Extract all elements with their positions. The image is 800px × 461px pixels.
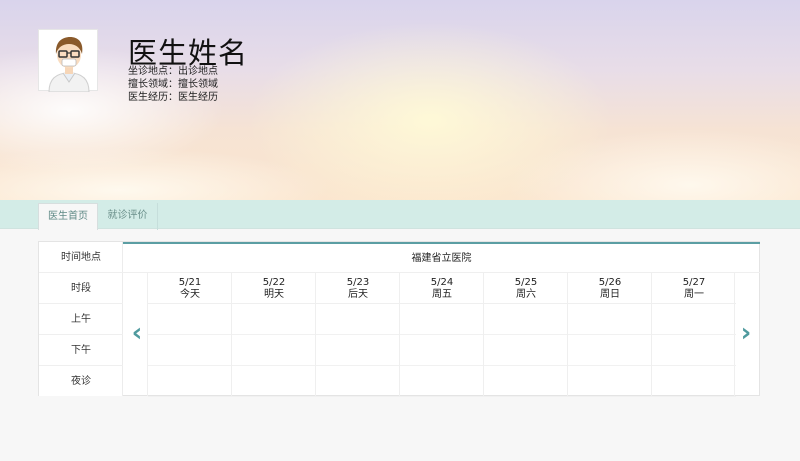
day-header: 5/22 明天 xyxy=(232,273,316,304)
slot-morning[interactable] xyxy=(652,304,736,335)
day-date: 5/26 xyxy=(598,277,622,288)
day-header: 5/21 今天 xyxy=(148,273,232,304)
slot-morning[interactable] xyxy=(568,304,652,335)
day-date: 5/25 xyxy=(514,277,538,288)
slot-night[interactable] xyxy=(652,366,736,397)
slot-night[interactable] xyxy=(568,366,652,397)
doctor-experience: 医生经历：医生经历 xyxy=(128,92,218,103)
slot-afternoon[interactable] xyxy=(652,335,736,366)
day-label: 周六 xyxy=(516,289,536,300)
slot-morning[interactable] xyxy=(232,304,316,335)
schedule-row-headers: 时间地点 时段 上午 下午 夜诊 xyxy=(39,242,123,396)
day-label: 后天 xyxy=(348,289,368,300)
day-date: 5/27 xyxy=(682,277,706,288)
chevron-left-icon[interactable]: ‹ xyxy=(127,318,147,348)
slot-morning[interactable] xyxy=(484,304,568,335)
schedule-panel: 时间地点 时段 上午 下午 夜诊 福建省立医院 ‹ 5/21 今天 5/22 明… xyxy=(38,241,760,397)
day-date: 5/23 xyxy=(346,277,370,288)
slot-morning[interactable] xyxy=(316,304,400,335)
slot-morning[interactable] xyxy=(148,304,232,335)
slot-afternoon[interactable] xyxy=(316,335,400,366)
day-label: 今天 xyxy=(180,289,200,300)
day-column: 5/26 周日 xyxy=(567,273,652,397)
day-header: 5/26 周日 xyxy=(568,273,652,304)
slot-night[interactable] xyxy=(484,366,568,397)
day-date: 5/24 xyxy=(430,277,454,288)
slot-afternoon[interactable] xyxy=(232,335,316,366)
doctor-avatar-graphic xyxy=(48,37,90,93)
header-banner: 医生姓名 坐诊地点：出诊地点 擅长领域：擅长领域 医生经历：医生经历 xyxy=(0,0,800,200)
chevron-right-icon[interactable]: › xyxy=(736,318,756,348)
day-header: 5/24 周五 xyxy=(400,273,484,304)
day-header: 5/25 周六 xyxy=(484,273,568,304)
slot-night[interactable] xyxy=(316,366,400,397)
period-header: 时段 xyxy=(39,273,123,304)
slot-night[interactable] xyxy=(232,366,316,397)
period-night: 夜诊 xyxy=(71,376,91,387)
slot-afternoon[interactable] xyxy=(568,335,652,366)
day-column: 5/24 周五 xyxy=(399,273,484,397)
slot-afternoon[interactable] xyxy=(148,335,232,366)
slot-night[interactable] xyxy=(400,366,484,397)
slot-morning[interactable] xyxy=(400,304,484,335)
day-date: 5/21 xyxy=(178,277,202,288)
tab-bar: 医生首页 就诊评价 xyxy=(0,200,800,230)
day-column: 5/27 周一 xyxy=(651,273,736,397)
day-header: 5/23 后天 xyxy=(316,273,400,304)
day-column: 5/21 今天 xyxy=(147,273,232,397)
day-header: 5/27 周一 xyxy=(652,273,736,304)
day-label: 周日 xyxy=(600,289,620,300)
period-afternoon: 下午 xyxy=(39,335,123,366)
tab-doctor-home[interactable]: 医生首页 xyxy=(38,203,98,230)
day-column: 5/25 周六 xyxy=(483,273,568,397)
doctor-location: 坐诊地点：出诊地点 xyxy=(128,66,218,77)
day-label: 周五 xyxy=(432,289,452,300)
period-morning: 上午 xyxy=(39,304,123,335)
day-column: 5/23 后天 xyxy=(315,273,400,397)
slot-afternoon[interactable] xyxy=(484,335,568,366)
schedule-grid: 5/21 今天 5/22 明天 5/23 后天 5/24 周五 5/25 周六 … xyxy=(147,273,736,397)
day-label: 周一 xyxy=(684,289,704,300)
tab-visit-review[interactable]: 就诊评价 xyxy=(98,203,158,230)
doctor-avatar-icon xyxy=(38,29,98,93)
day-date: 5/22 xyxy=(262,277,286,288)
slot-afternoon[interactable] xyxy=(400,335,484,366)
day-column: 5/22 明天 xyxy=(231,273,316,397)
day-label: 明天 xyxy=(264,289,284,300)
slot-night[interactable] xyxy=(148,366,232,397)
doctor-specialty: 擅长领域：擅长领域 xyxy=(128,79,218,90)
hospital-name: 福建省立医院 xyxy=(123,242,760,273)
time-location-header: 时间地点 xyxy=(39,242,123,273)
